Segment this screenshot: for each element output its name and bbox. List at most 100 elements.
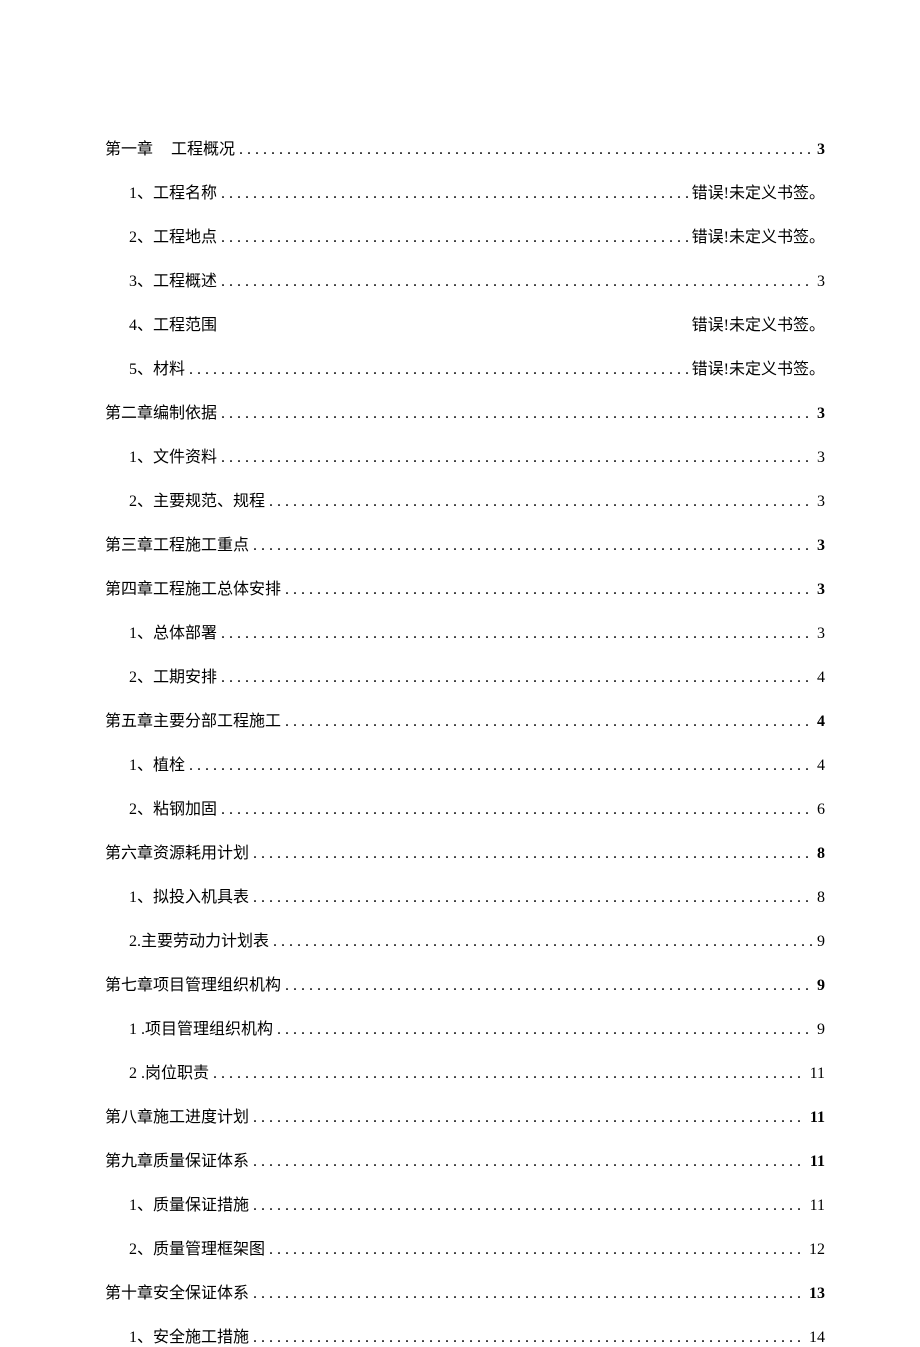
toc-title: 文件资料 xyxy=(153,449,217,466)
toc-title: 项目管理组织机构 xyxy=(153,977,281,994)
toc-entry[interactable]: 5、材料 . . . . . . . . . . . . . . . . . .… xyxy=(105,355,825,379)
toc-entry[interactable]: 1、总体部署 . . . . . . . . . . . . . . . . .… xyxy=(105,619,825,643)
toc-entry[interactable]: 第五章主要分部工程施工 . . . . . . . . . . . . . . … xyxy=(105,707,825,731)
toc-entry[interactable]: 2、工期安排 . . . . . . . . . . . . . . . . .… xyxy=(105,663,825,687)
toc-entry[interactable]: 第一章工程概况 . . . . . . . . . . . . . . . . … xyxy=(105,135,825,159)
toc-page-number: 4 xyxy=(817,669,825,687)
toc-entry[interactable]: 第三章工程施工重点 . . . . . . . . . . . . . . . … xyxy=(105,531,825,555)
toc-entry[interactable]: 2、主要规范、规程 . . . . . . . . . . . . . . . … xyxy=(105,487,825,511)
toc-title: 工程范围 xyxy=(153,317,217,334)
toc-title: 编制依据 xyxy=(153,405,217,422)
toc-title: 安全施工措施 xyxy=(153,1329,249,1346)
toc-page-number: 11 xyxy=(810,1197,825,1215)
toc-entry[interactable]: 2、工程地点 . . . . . . . . . . . . . . . . .… xyxy=(105,223,825,247)
toc-prefix: 第三章 xyxy=(105,537,153,554)
toc-title: 主要劳动力计划表 xyxy=(141,933,269,950)
toc-label: 1、文件资料 xyxy=(129,443,217,467)
toc-entry[interactable]: 2、粘钢加固 . . . . . . . . . . . . . . . . .… xyxy=(105,795,825,819)
toc-entry[interactable]: 第二章编制依据 . . . . . . . . . . . . . . . . … xyxy=(105,399,825,423)
toc-title: 拟投入机具表 xyxy=(153,889,249,906)
toc-page-number: 3 xyxy=(817,141,825,159)
toc-title: 安全保证体系 xyxy=(153,1285,249,1302)
toc-title: 工程名称 xyxy=(153,185,217,202)
toc-dot-leader: . . . . . . . . . . . . . . . . . . . . … xyxy=(221,625,813,643)
toc-entry[interactable]: 第七章项目管理组织机构 . . . . . . . . . . . . . . … xyxy=(105,971,825,995)
toc-label: 2、质量管理框架图 xyxy=(129,1235,265,1259)
toc-entry[interactable]: 1、拟投入机具表 . . . . . . . . . . . . . . . .… xyxy=(105,883,825,907)
toc-page-number: 4 xyxy=(817,713,825,731)
toc-dot-leader: . . . . . . . . . . . . . . . . . . . . … xyxy=(189,757,813,775)
toc-label: 1、植栓 xyxy=(129,751,185,775)
toc-prefix: 第五章 xyxy=(105,713,153,730)
toc-title: 工程地点 xyxy=(153,229,217,246)
toc-label: 第七章项目管理组织机构 xyxy=(105,971,281,995)
toc-entry[interactable]: 1 .项目管理组织机构 . . . . . . . . . . . . . . … xyxy=(105,1015,825,1039)
toc-label: 第一章工程概况 xyxy=(105,135,235,159)
toc-entry[interactable]: 1、文件资料 . . . . . . . . . . . . . . . . .… xyxy=(105,443,825,467)
toc-dot-leader: . . . . . . . . . . . . . . . . . . . . … xyxy=(253,1329,805,1347)
toc-label: 1 .项目管理组织机构 xyxy=(129,1015,273,1039)
toc-dot-leader: . . . . . . . . . . . . . . . . . . . . … xyxy=(221,405,813,423)
toc-prefix: 1 . xyxy=(129,1021,145,1038)
toc-dot-leader: . . . . . . . . . . . . . . . . . . . . … xyxy=(221,669,813,687)
toc-prefix: 2、 xyxy=(129,229,153,246)
toc-label: 第五章主要分部工程施工 xyxy=(105,707,281,731)
toc-prefix: 2 . xyxy=(129,1065,145,1082)
toc-label: 2.主要劳动力计划表 xyxy=(129,927,269,951)
toc-page-number: 9 xyxy=(817,933,825,951)
toc-label: 第二章编制依据 xyxy=(105,399,217,423)
toc-page-number: 错误!未定义书签。 xyxy=(692,223,825,247)
toc-entry[interactable]: 1、工程名称 . . . . . . . . . . . . . . . . .… xyxy=(105,179,825,203)
toc-dot-leader: . . . . . . . . . . . . . . . . . . . . … xyxy=(253,889,813,907)
toc-entry[interactable]: 3、工程概述 . . . . . . . . . . . . . . . . .… xyxy=(105,267,825,291)
toc-entry[interactable]: 第四章工程施工总体安排 . . . . . . . . . . . . . . … xyxy=(105,575,825,599)
toc-page-number: 11 xyxy=(810,1065,825,1083)
toc-label: 1、拟投入机具表 xyxy=(129,883,249,907)
toc-dot-leader: . . . . . . . . . . . . . . . . . . . . … xyxy=(273,933,813,951)
toc-label: 3、工程概述 xyxy=(129,267,217,291)
toc-label: 第四章工程施工总体安排 xyxy=(105,575,281,599)
toc-prefix: 2、 xyxy=(129,669,153,686)
toc-prefix: 第四章 xyxy=(105,581,153,598)
toc-page-number: 3 xyxy=(817,537,825,555)
toc-dot-leader: . . . . . . . . . . . . . . . . . . . . … xyxy=(221,801,813,819)
toc-entry[interactable]: 2 .岗位职责 . . . . . . . . . . . . . . . . … xyxy=(105,1059,825,1083)
toc-entry[interactable]: 1、安全施工措施 . . . . . . . . . . . . . . . .… xyxy=(105,1323,825,1347)
toc-dot-leader: . . . . . . . . . . . . . . . . . . . . … xyxy=(253,1197,806,1215)
toc-page-number: 11 xyxy=(810,1153,825,1171)
toc-label: 1、质量保证措施 xyxy=(129,1191,249,1215)
toc-prefix: 1、 xyxy=(129,889,153,906)
toc-prefix: 3、 xyxy=(129,273,153,290)
toc-entry[interactable]: 1、质量保证措施 . . . . . . . . . . . . . . . .… xyxy=(105,1191,825,1215)
toc-title: 施工进度计划 xyxy=(153,1109,249,1126)
toc-entry[interactable]: 第八章施工进度计划 . . . . . . . . . . . . . . . … xyxy=(105,1103,825,1127)
toc-label: 第九章质量保证体系 xyxy=(105,1147,249,1171)
toc-title: 工程施工总体安排 xyxy=(153,581,281,598)
toc-page-number: 3 xyxy=(817,581,825,599)
toc-page-number: 13 xyxy=(809,1285,825,1303)
toc-dot-leader: . . . . . . . . . . . . . . . . . . . . … xyxy=(269,1241,805,1259)
toc-entry[interactable]: 2、质量管理框架图 . . . . . . . . . . . . . . . … xyxy=(105,1235,825,1259)
toc-entry[interactable]: 4、工程范围 . . . . . . . . . . . . . . . . .… xyxy=(105,311,825,335)
toc-label: 4、工程范围 xyxy=(129,311,217,335)
toc-dot-leader: . . . . . . . . . . . . . . . . . . . . … xyxy=(253,1153,806,1171)
toc-title: 植栓 xyxy=(153,757,185,774)
toc-label: 2、工程地点 xyxy=(129,223,217,247)
toc-page-number: 9 xyxy=(817,977,825,995)
toc-entry[interactable]: 第六章资源耗用计划 . . . . . . . . . . . . . . . … xyxy=(105,839,825,863)
toc-entry[interactable]: 1、植栓 . . . . . . . . . . . . . . . . . .… xyxy=(105,751,825,775)
toc-page-number: 6 xyxy=(817,801,825,819)
toc-page-number: 错误!未定义书签。 xyxy=(692,179,825,203)
toc-page-number: 错误!未定义书签。 xyxy=(692,311,825,335)
toc-entry[interactable]: 第九章质量保证体系 . . . . . . . . . . . . . . . … xyxy=(105,1147,825,1171)
toc-label: 第八章施工进度计划 xyxy=(105,1103,249,1127)
toc-label: 1、总体部署 xyxy=(129,619,217,643)
toc-label: 第六章资源耗用计划 xyxy=(105,839,249,863)
toc-prefix: 2. xyxy=(129,933,141,950)
toc-title: 质量保证措施 xyxy=(153,1197,249,1214)
toc-container: 第一章工程概况 . . . . . . . . . . . . . . . . … xyxy=(105,135,825,1347)
toc-entry[interactable]: 第十章安全保证体系 . . . . . . . . . . . . . . . … xyxy=(105,1279,825,1303)
toc-title: 材料 xyxy=(153,361,185,378)
toc-prefix: 1、 xyxy=(129,625,153,642)
toc-entry[interactable]: 2.主要劳动力计划表 . . . . . . . . . . . . . . .… xyxy=(105,927,825,951)
